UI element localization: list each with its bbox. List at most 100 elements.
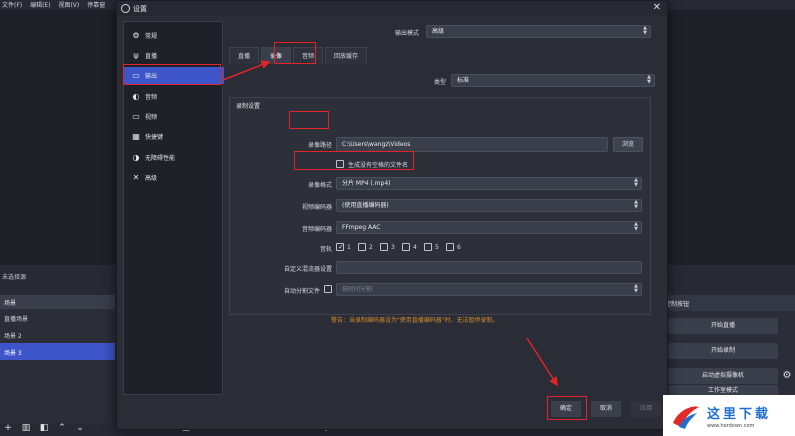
nav-item-video[interactable]: ▭ 视频 — [124, 108, 224, 125]
spin-arrows-icon: ▲ ▼ — [634, 221, 638, 232]
accessibility-icon: ◑ — [132, 153, 140, 162]
autosplit-select[interactable]: 按时间分割 ▲ ▼ — [336, 283, 642, 296]
start-recording-button[interactable]: 开始录制 — [668, 343, 778, 359]
scene-item[interactable]: 直播场景 — [0, 309, 115, 326]
menu-file[interactable]: 文件(F) — [2, 2, 22, 9]
spin-arrows-icon: ▲ ▼ — [647, 74, 651, 85]
scenes-toolbar: + ▥ ◧ ⌃ ⌄ — [0, 421, 115, 436]
nav-item-accessibility[interactable]: ◑ 无障碍性能 — [124, 149, 224, 166]
nav-item-label: 无障碍性能 — [145, 155, 176, 162]
spin-arrows-icon: ▲ ▼ — [634, 283, 638, 294]
custom-muxer-input[interactable] — [336, 261, 642, 274]
track-checkbox[interactable] — [446, 243, 454, 251]
nav-item-label: 常规 — [145, 33, 158, 40]
wrench-icon: ✕ — [132, 173, 140, 182]
track-checkbox[interactable] — [424, 243, 432, 251]
type-select[interactable]: 标准 ▲ ▼ — [451, 74, 655, 87]
output-mode-label: 输出模式 — [394, 30, 419, 37]
scene-item-selected[interactable]: 场景 3 — [0, 343, 115, 360]
watermark-logo-icon — [673, 406, 699, 429]
autosplit-checkbox[interactable] — [324, 285, 332, 293]
dialog-titlebar: 设置 ✕ — [117, 1, 667, 16]
track-label: 6 — [457, 244, 461, 251]
tab-replay-buffer[interactable]: 回放缓存 — [325, 47, 368, 64]
recording-settings-group: 录制设置 录像路径 C:\Users\wangz\Videos 浏览 生成没有空… — [229, 97, 651, 315]
video-encoder-label: 视频编码器 — [301, 204, 332, 211]
audio-encoder-value: FFmpeg AAC — [342, 224, 381, 231]
nav-item-stream[interactable]: ψ 直播 — [124, 47, 224, 64]
recording-format-value: 分片 MP4 (.mp4) — [342, 180, 391, 187]
recording-format-label: 录像格式 — [307, 182, 332, 189]
apply-button[interactable]: 应用 — [631, 401, 661, 417]
nav-item-general[interactable]: ⚙ 常规 — [124, 27, 224, 44]
output-mode-select[interactable]: 高级 ▲ ▼ — [426, 25, 651, 38]
spin-arrows-icon: ▲ ▼ — [634, 199, 638, 210]
settings-nav: ⚙ 常规 ψ 直播 ▭ 输出 ◐ 音频 ▭ 视频 ▦ 快捷键 ◑ 无障碍性能 ✕ — [123, 21, 224, 395]
nav-item-hotkeys[interactable]: ▦ 快捷键 — [124, 128, 224, 145]
scenes-dock: 场景 直播场景 场景 2 场景 3 — [0, 295, 115, 423]
custom-muxer-label: 自定义混流器设置 — [283, 266, 332, 273]
track-checkbox[interactable] — [358, 243, 366, 251]
add-icon[interactable]: + — [2, 423, 14, 434]
start-streaming-button[interactable]: 开始直播 — [668, 318, 778, 334]
cancel-button[interactable]: 取消 — [591, 401, 621, 417]
menu-docks[interactable]: 停靠窗 — [87, 2, 105, 9]
nav-item-output[interactable]: ▭ 输出 — [124, 67, 224, 84]
speaker-icon: ◐ — [132, 92, 140, 101]
controls-header: 控制按钮 — [662, 295, 795, 311]
menubar: 文件(F) 编辑(E) 视图(V) 停靠窗 — [0, 0, 120, 10]
recording-path-input[interactable]: C:\Users\wangz\Videos — [336, 137, 608, 152]
watermark: 这里下载 www.herdown.com — [663, 395, 795, 436]
ok-button[interactable]: 确定 — [551, 401, 581, 417]
monitor-icon: ▭ — [132, 112, 140, 121]
audio-tracks-label: 音轨 — [319, 246, 332, 253]
gear-icon[interactable]: ⚙ — [781, 370, 793, 384]
scenes-header: 场景 — [0, 295, 115, 309]
nav-item-audio[interactable]: ◐ 音频 — [124, 88, 224, 105]
output-icon: ▭ — [132, 71, 140, 80]
no-space-filename-checkbox[interactable] — [336, 160, 344, 168]
watermark-url: www.herdown.com — [707, 422, 755, 429]
nav-item-advanced[interactable]: ✕ 高级 — [124, 169, 224, 186]
video-encoder-select[interactable]: (使用直播编码器) ▲ ▼ — [336, 199, 642, 212]
group-title: 录制设置 — [236, 103, 261, 110]
nav-item-label: 高级 — [145, 175, 158, 182]
close-icon[interactable]: ✕ — [653, 2, 661, 13]
recording-path-label: 录像路径 — [307, 142, 332, 149]
start-virtual-camera-button[interactable]: 启动虚拟摄像机 — [668, 368, 778, 384]
autosplit-label: 自动分割文件 — [283, 288, 320, 295]
nav-item-label: 视频 — [145, 114, 158, 121]
move-up-icon[interactable]: ⌃ — [56, 423, 68, 434]
tab-streaming[interactable]: 直播 — [229, 47, 260, 64]
autosplit-value: 按时间分割 — [342, 286, 373, 293]
tab-audio[interactable]: 音频 — [293, 47, 324, 64]
move-down-icon[interactable]: ⌄ — [74, 423, 86, 434]
menu-view[interactable]: 视图(V) — [58, 2, 79, 9]
audio-encoder-select[interactable]: FFmpeg AAC ▲ ▼ — [336, 221, 642, 234]
track-checkbox[interactable] — [380, 243, 388, 251]
menu-edit[interactable]: 编辑(E) — [30, 2, 50, 9]
track-label: 5 — [435, 244, 439, 251]
gear-icon: ⚙ — [132, 31, 140, 40]
type-value: 标准 — [457, 77, 470, 84]
track-label: 1 — [347, 244, 351, 251]
output-tabs: 直播 录像 音频 回放缓存 — [229, 47, 369, 65]
track-checkbox[interactable]: ✓ — [336, 243, 344, 251]
tab-recording[interactable]: 录像 — [261, 47, 292, 64]
no-space-filename-label: 生成没有空格的文件名 — [348, 162, 409, 169]
trash-icon[interactable]: ▥ — [20, 423, 32, 434]
obs-logo-icon — [121, 4, 130, 13]
browse-button[interactable]: 浏览 — [613, 137, 643, 152]
track-label: 3 — [391, 244, 395, 251]
video-encoder-value: (使用直播编码器) — [342, 202, 389, 209]
track-label: 4 — [413, 244, 417, 251]
scene-item[interactable]: 场景 2 — [0, 326, 115, 343]
watermark-text: 这里下载 — [707, 406, 772, 422]
settings-dialog: 设置 ✕ ⚙ 常规 ψ 直播 ▭ 输出 ◐ 音频 ▭ 视频 ▦ 快捷键 ◑ 无障 — [116, 0, 668, 430]
spin-arrows-icon: ▲ ▼ — [643, 25, 647, 36]
filter-icon[interactable]: ◧ — [38, 423, 50, 434]
track-checkbox[interactable] — [402, 243, 410, 251]
recording-format-select[interactable]: 分片 MP4 (.mp4) ▲ ▼ — [336, 177, 642, 190]
dialog-title: 设置 — [133, 4, 147, 13]
nav-item-label: 快捷键 — [145, 134, 164, 141]
